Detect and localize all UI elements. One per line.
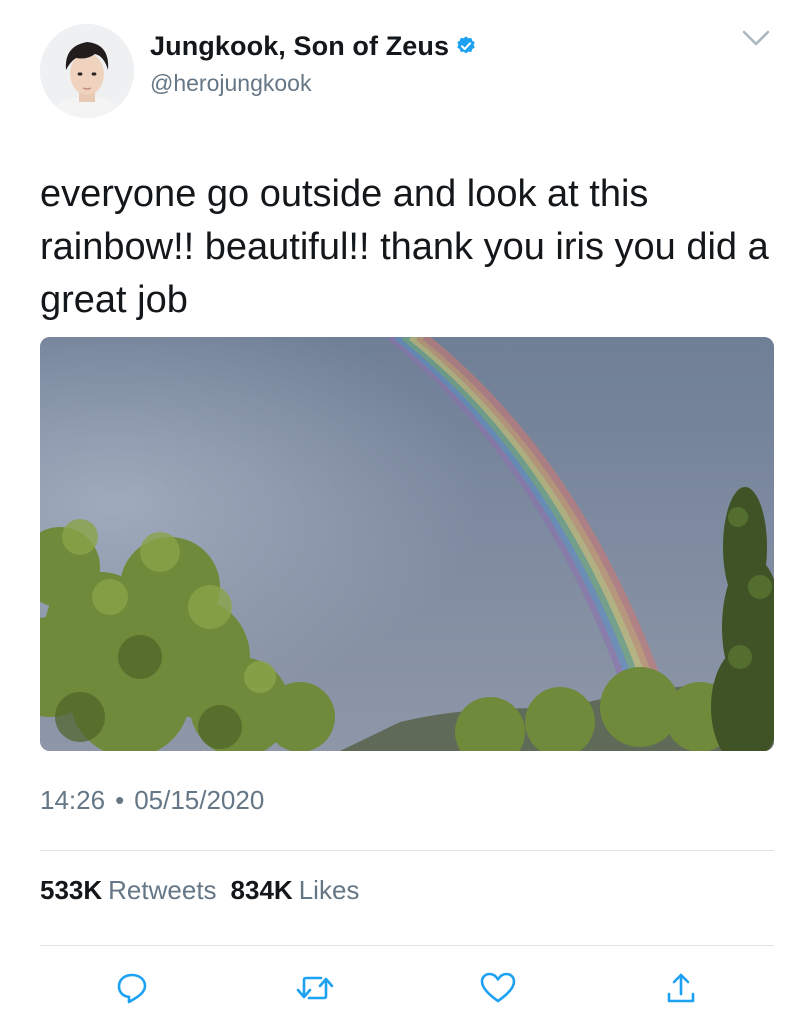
likes-label: Likes	[298, 875, 360, 905]
tweet-stats: 533K Retweets 834K Likes	[40, 875, 359, 906]
chevron-down-icon[interactable]	[738, 24, 774, 52]
verified-badge-icon	[457, 36, 475, 54]
tweet-date: 05/15/2020	[134, 785, 265, 815]
retweet-icon	[296, 976, 334, 1000]
share-button[interactable]	[659, 966, 703, 1010]
divider	[40, 850, 774, 851]
reply-button[interactable]	[110, 966, 154, 1010]
avatar[interactable]	[40, 24, 134, 118]
tweet-photo[interactable]	[40, 337, 774, 751]
tweet-timestamp[interactable]: 14:26 • 05/15/2020	[40, 785, 264, 816]
timestamp-separator: •	[115, 785, 125, 815]
share-icon	[667, 973, 695, 1003]
avatar-image	[40, 24, 134, 118]
retweets-count: 533K	[40, 875, 103, 905]
like-button[interactable]	[476, 966, 520, 1010]
retweet-button[interactable]	[293, 966, 337, 1010]
divider	[40, 945, 774, 946]
retweets-stat[interactable]: 533K Retweets	[40, 875, 217, 906]
tweet-time: 14:26	[40, 785, 106, 815]
display-name[interactable]: Jungkook, Son of Zeus	[150, 31, 449, 62]
user-handle[interactable]: @herojungkook	[150, 70, 311, 97]
likes-stat[interactable]: 834K Likes	[231, 875, 360, 906]
display-name-row: Jungkook, Son of Zeus	[150, 28, 477, 64]
like-icon	[480, 972, 516, 1003]
tweet-text: everyone go outside and look at this rai…	[40, 173, 780, 321]
action-bar	[0, 966, 812, 1014]
rainbow-photo	[40, 337, 774, 751]
reply-icon	[117, 973, 147, 1004]
tweet-card: Jungkook, Son of Zeus @herojungkook ever…	[0, 0, 812, 1024]
likes-count: 834K	[230, 875, 293, 905]
retweets-label: Retweets	[108, 875, 217, 905]
